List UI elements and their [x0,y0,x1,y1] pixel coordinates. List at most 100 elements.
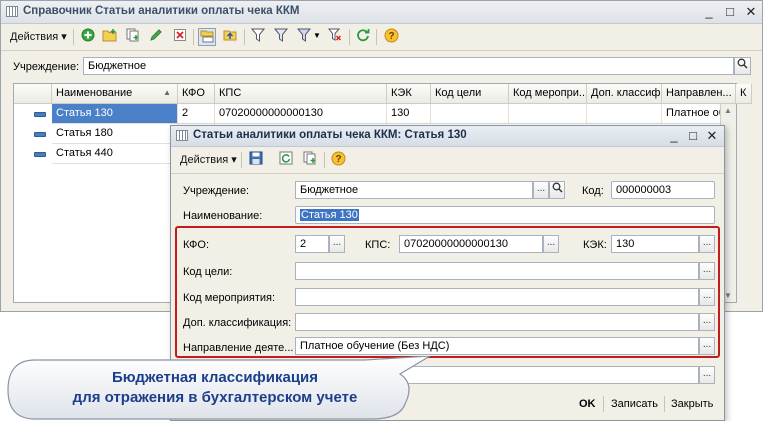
filter-by-value-icon[interactable] [272,28,290,46]
column-header-kek[interactable]: КЭК [387,84,431,104]
dialog-window-icon [176,130,188,141]
ok-button[interactable]: OK [579,398,596,410]
extra-classification-select-button[interactable]: ... [699,313,715,331]
dialog-title: Статьи аналитики оплаты чека ККМ: Статья… [193,129,467,141]
save-and-close-icon[interactable] [247,151,265,169]
add-group-icon[interactable] [101,28,119,46]
cell-goal[interactable] [431,104,509,124]
dialog-institution-field[interactable]: Бюджетное [295,181,533,199]
save-button[interactable]: Записать [611,398,658,410]
kek-field[interactable]: 130 [611,235,699,253]
search-icon[interactable] [734,57,751,75]
direction-field[interactable]: Платное обучение (Без НДС) [295,337,699,355]
cell-name[interactable]: Статья 440 [52,144,178,164]
dialog-titlebar: Статьи аналитики оплаты чека ККМ: Статья… [171,126,724,147]
goal-code-field[interactable] [295,262,699,280]
dialog-institution-select-button[interactable]: ... [533,181,549,199]
column-header-direction[interactable]: Направлен... [662,84,736,104]
help-icon[interactable]: ? [382,28,400,46]
callout-line-1: Бюджетная классификация [111,369,319,386]
filter-history-icon[interactable] [295,28,313,46]
event-code-label: Код мероприятия: [183,292,276,304]
kek-label: КЭК: [583,239,607,251]
search-icon[interactable] [549,181,565,199]
kps-field[interactable]: 07020000000000130 [399,235,543,253]
cell-extra[interactable] [587,104,662,124]
column-header-icon [14,84,52,104]
toolbar-separator [324,152,325,168]
edit-icon[interactable] [147,28,165,46]
institution-filter-field[interactable]: Бюджетное [83,57,734,75]
additional-select-button[interactable]: ... [699,366,715,384]
copy-icon[interactable] [124,28,142,46]
cell-name[interactable]: Статья 130 [52,104,178,124]
filter-icon[interactable] [249,28,267,46]
name-value: Статья 130 [300,209,359,221]
kfo-field[interactable]: 2 [295,235,329,253]
column-header-kfo[interactable]: КФО [178,84,215,104]
catalog-toolbar: Действия ▾ ▼ ? [1,24,762,51]
minimize-button[interactable]: _ [701,4,717,19]
goal-code-label: Код цели: [183,266,233,278]
goal-code-select-button[interactable]: ... [699,262,715,280]
event-code-select-button[interactable]: ... [699,288,715,306]
kps-select-button[interactable]: ... [543,235,559,253]
dialog-actions-menu[interactable]: Действия ▾ [177,152,240,167]
cell-event[interactable] [509,104,587,124]
callout-line-2: для отражения в бухгалтерском учете [72,389,358,406]
refresh-icon[interactable] [354,28,372,46]
direction-select-button[interactable]: ... [699,337,715,355]
toolbar-separator [376,29,377,45]
scroll-down-icon[interactable]: ▼ [724,291,732,300]
column-header-kps[interactable]: КПС [215,84,387,104]
column-header-event[interactable]: Код меропри... [509,84,587,104]
direction-label: Направление деяте... [183,342,294,354]
event-code-field[interactable] [295,288,699,306]
kps-label: КПС: [365,239,391,251]
catalog-window-icon [6,6,18,17]
dialog-institution-label: Учреждение: [183,185,250,197]
name-label: Наименование: [183,210,263,222]
toolbar-separator [244,29,245,45]
dialog-close-button[interactable]: ✕ [704,128,720,143]
close-button[interactable]: ✕ [743,4,759,19]
code-label: Код: [582,185,604,197]
cell-name[interactable]: Статья 180 [52,124,178,144]
toolbar-separator [241,152,242,168]
clear-filter-icon[interactable] [326,28,344,46]
column-header-extra-k[interactable]: К [736,84,752,104]
column-header-extra[interactable]: Доп. классифика... [587,84,662,104]
kek-select-button[interactable]: ... [699,235,715,253]
scroll-up-icon[interactable]: ▲ [724,106,732,115]
dialog-toolbar: Действия ▾ ? [171,147,724,174]
svg-text:?: ? [335,154,341,165]
toolbar-separator [193,29,194,45]
dialog-maximize-button[interactable]: □ [685,128,701,143]
cell-kps[interactable]: 07020000000000130 [215,104,387,124]
dialog-help-icon[interactable]: ? [329,151,347,169]
callout-bubble: Бюджетная классификация для отражения в … [5,356,435,421]
cell-kfo[interactable]: 2 [178,104,215,124]
add-icon[interactable] [79,28,97,46]
button-separator [603,396,604,412]
copy-item-icon[interactable] [301,151,319,169]
extra-classification-field[interactable] [295,313,699,331]
maximize-button[interactable]: □ [722,4,738,19]
kfo-select-button[interactable]: ... [329,235,345,253]
code-field[interactable]: 000000003 [611,181,715,199]
delete-icon[interactable] [171,28,189,46]
item-icon [34,112,46,117]
close-dialog-button[interactable]: Закрыть [671,398,713,410]
hierarchy-view-icon[interactable] [198,28,216,46]
cell-kek[interactable]: 130 [387,104,431,124]
chevron-down-icon[interactable]: ▼ [313,31,321,40]
level-up-icon[interactable] [221,28,239,46]
column-header-name[interactable]: Наименование ▲ [52,84,178,104]
toolbar-separator [349,29,350,45]
reread-icon[interactable] [277,151,295,169]
actions-menu[interactable]: Действия ▾ [7,29,70,44]
dialog-minimize-button[interactable]: _ [666,128,682,143]
name-field[interactable]: Статья 130 [295,206,715,224]
column-header-goal[interactable]: Код цели [431,84,509,104]
item-icon [34,152,46,157]
